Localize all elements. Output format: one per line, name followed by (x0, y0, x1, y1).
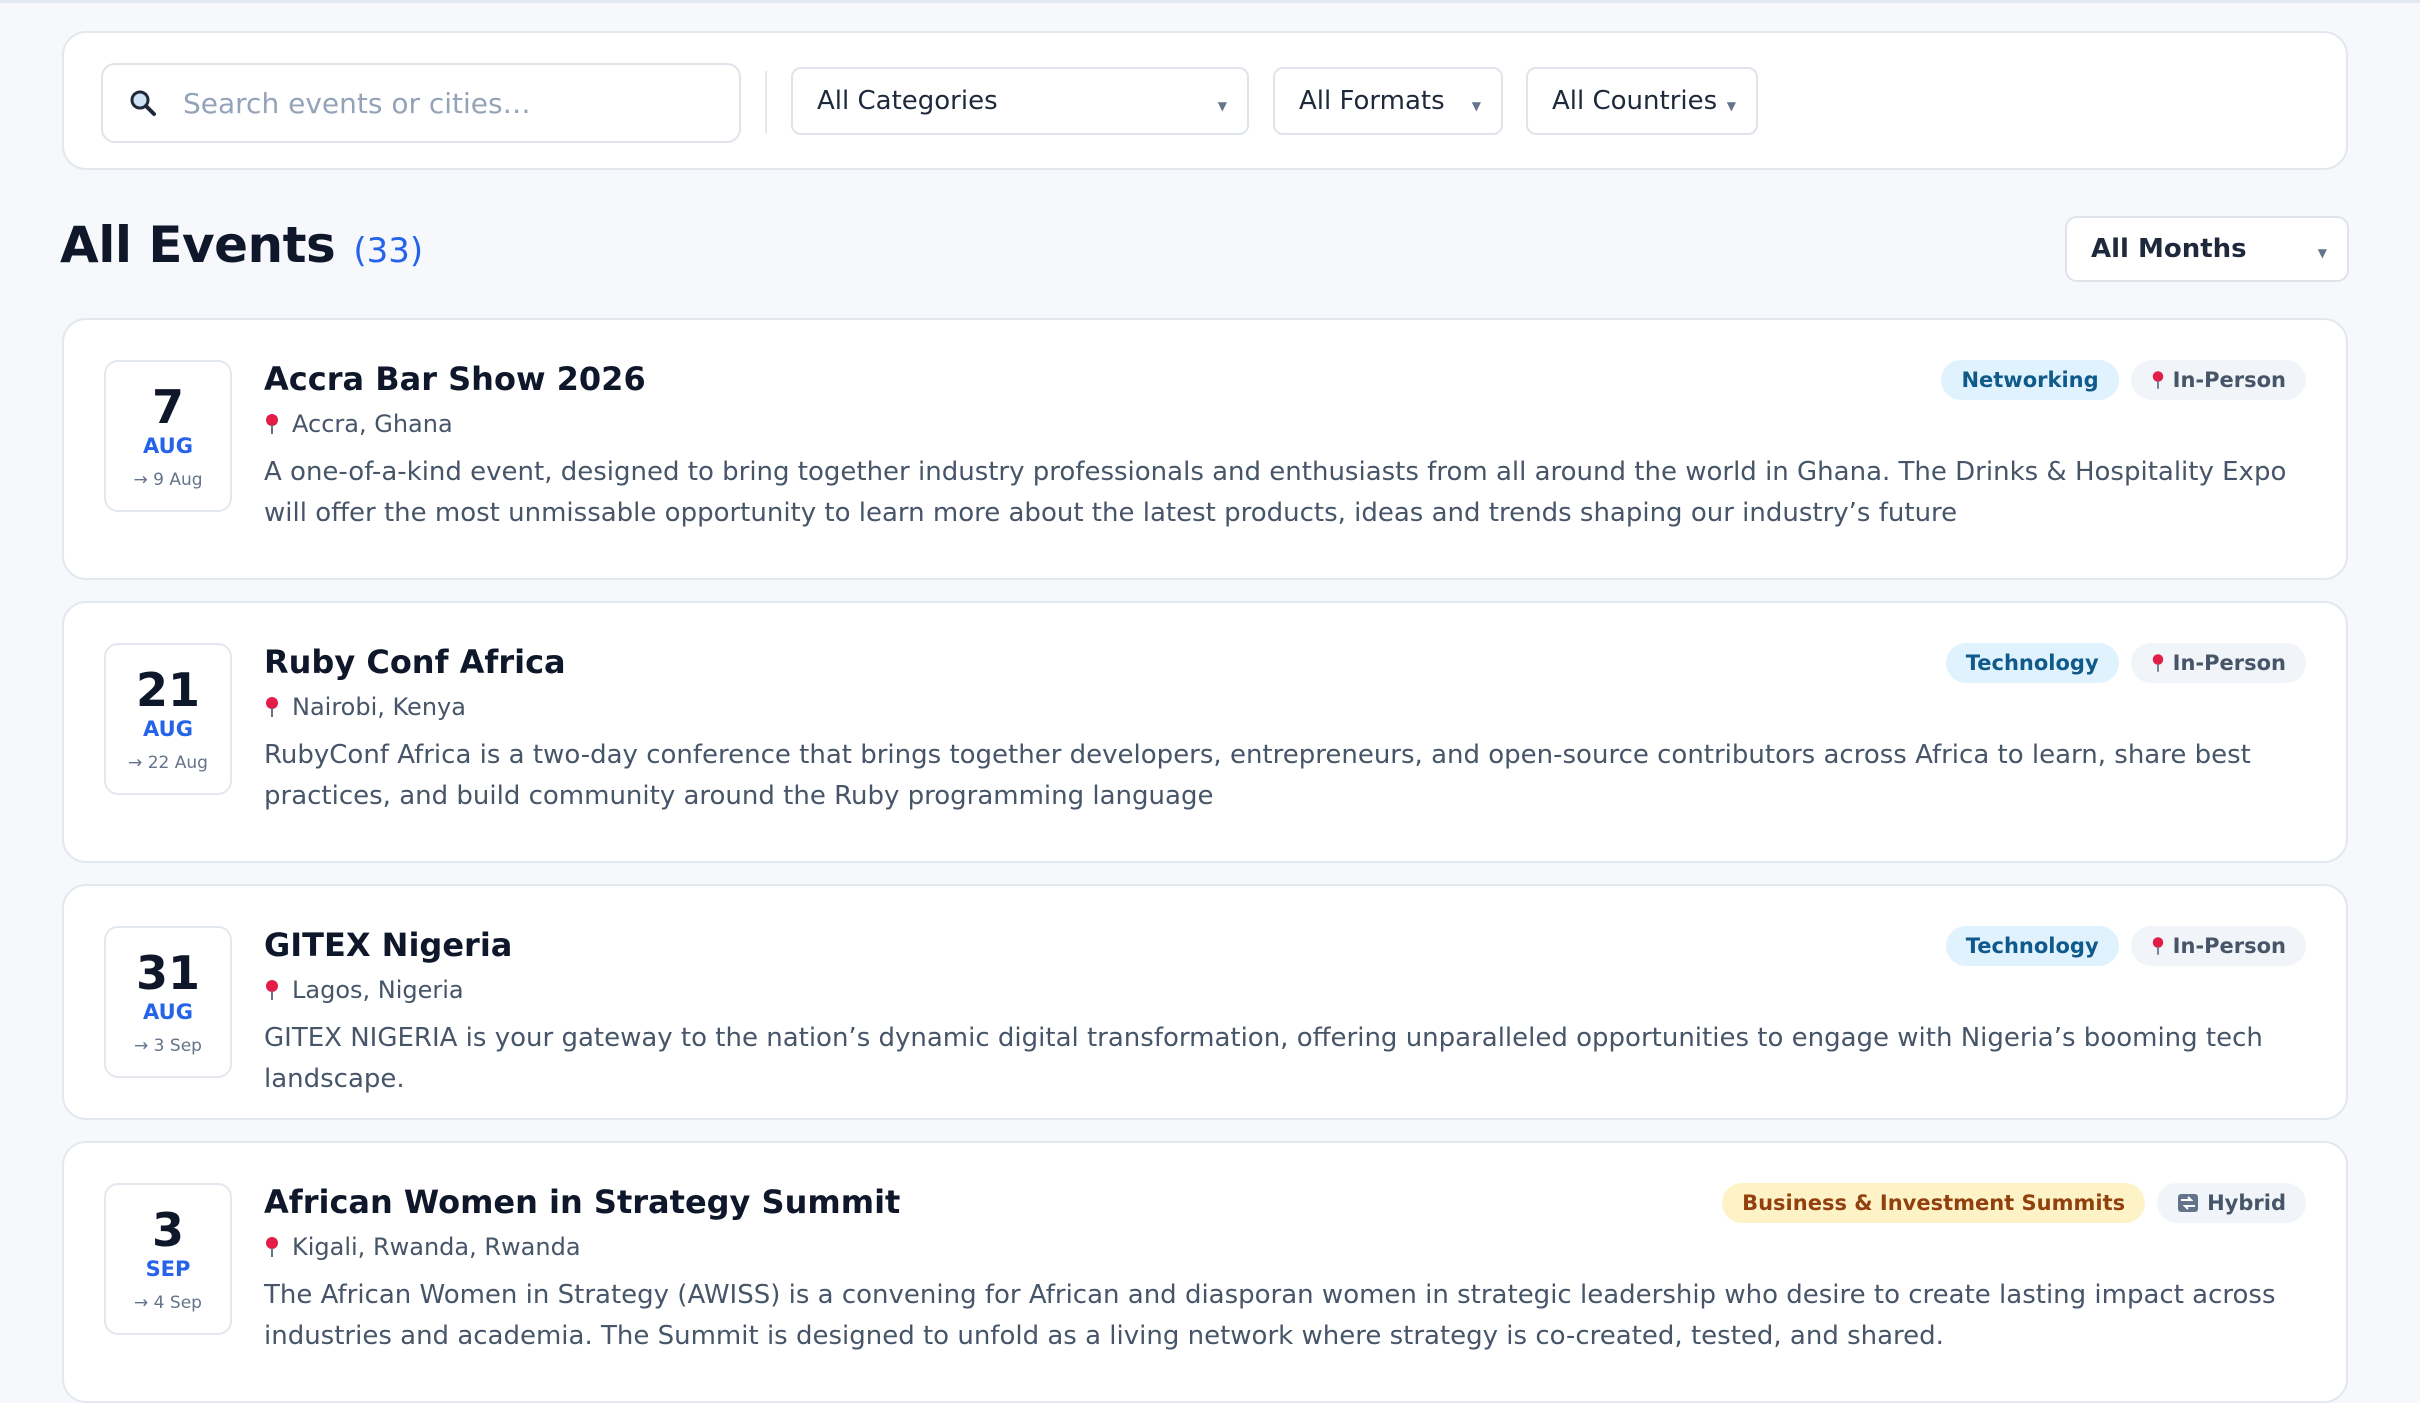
format-badge: In-Person (2130, 360, 2306, 400)
events-count: (33) (353, 231, 424, 271)
format-badge-label: In-Person (2172, 368, 2286, 392)
event-card[interactable]: 31 AUG → 3 Sep GITEX Nigeria Lagos, Nige… (62, 884, 2348, 1120)
event-day: 21 (135, 663, 200, 717)
event-date: 31 AUG → 3 Sep (104, 926, 232, 1078)
event-date: 7 AUG → 9 Aug (104, 360, 232, 512)
event-location-text: Accra, Ghana (292, 410, 453, 438)
category-select[interactable]: All Categories ▼ (791, 67, 1249, 135)
event-location-text: Lagos, Nigeria (292, 976, 464, 1004)
search-box[interactable] (101, 63, 741, 143)
chevron-down-icon: ▼ (1471, 99, 1481, 113)
event-card[interactable]: 7 AUG → 9 Aug Accra Bar Show 2026 Accra,… (62, 318, 2348, 580)
event-location-text: Kigali, Rwanda, Rwanda (292, 1233, 581, 1261)
page-title: All Events (60, 216, 336, 274)
format-select[interactable]: All Formats ▼ (1273, 67, 1503, 135)
pin-icon (266, 980, 278, 1000)
pin-icon (2152, 371, 2163, 389)
top-border (0, 0, 2420, 3)
search-icon (130, 90, 156, 116)
chevron-down-icon: ▼ (1217, 99, 1227, 113)
event-end-date: → 9 Aug (133, 470, 203, 490)
pin-icon (266, 414, 278, 434)
event-description: RubyConf Africa is a two-day conference … (264, 740, 2251, 811)
month-select[interactable]: All Months ▼ (2065, 216, 2349, 282)
format-badge: In-Person (2130, 643, 2306, 683)
events-heading: All Events (33) (60, 216, 423, 274)
event-tags: Technology In-Person (1945, 926, 2306, 966)
filter-bar: All Categories ▼ All Formats ▼ All Count… (62, 31, 2348, 170)
event-tags: Networking In-Person (1941, 360, 2306, 400)
event-location: Accra, Ghana (264, 410, 453, 438)
format-badge-label: In-Person (2172, 651, 2286, 675)
event-end-date: → 4 Sep (134, 1293, 202, 1313)
pin-icon (266, 697, 278, 717)
event-month: AUG (143, 1000, 193, 1024)
event-tags: Business & Investment Summits Hybrid (1722, 1183, 2306, 1223)
category-select-value: All Categories (817, 86, 998, 116)
category-badge: Networking (1941, 360, 2119, 400)
search-input[interactable] (183, 65, 723, 141)
format-select-value: All Formats (1299, 86, 1445, 116)
pin-icon (2152, 654, 2163, 672)
format-badge: In-Person (2130, 926, 2306, 966)
hybrid-icon (2178, 1194, 2199, 1212)
country-select-value: All Countries (1552, 86, 1718, 116)
event-month: AUG (143, 434, 193, 458)
event-date: 21 AUG → 22 Aug (104, 643, 232, 795)
format-badge-label: In-Person (2172, 934, 2286, 958)
event-location: Lagos, Nigeria (264, 976, 464, 1004)
category-badge: Business & Investment Summits (1722, 1183, 2146, 1223)
event-title[interactable]: Accra Bar Show 2026 (264, 360, 646, 398)
category-badge: Technology (1945, 926, 2119, 966)
event-card[interactable]: 21 AUG → 22 Aug Ruby Conf Africa Nairobi… (62, 601, 2348, 863)
country-select[interactable]: All Countries ▼ (1526, 67, 1758, 135)
event-location: Kigali, Rwanda, Rwanda (264, 1233, 581, 1261)
filter-divider (765, 71, 767, 133)
event-month: AUG (143, 717, 193, 741)
chevron-down-icon: ▼ (1726, 99, 1736, 113)
category-badge: Technology (1945, 643, 2119, 683)
event-description: GITEX NIGERIA is your gateway to the nat… (264, 1023, 2263, 1094)
event-description: The African Women in Strategy (AWISS) is… (264, 1280, 2276, 1351)
event-title[interactable]: Ruby Conf Africa (264, 643, 566, 681)
event-month: SEP (145, 1257, 191, 1281)
event-end-date: → 3 Sep (134, 1036, 202, 1056)
format-badge: Hybrid (2157, 1183, 2306, 1223)
event-card[interactable]: 3 SEP → 4 Sep African Women in Strategy … (62, 1141, 2348, 1403)
event-day: 7 (151, 380, 184, 434)
event-title[interactable]: African Women in Strategy Summit (264, 1183, 900, 1221)
event-end-date: → 22 Aug (128, 753, 208, 773)
pin-icon (266, 1237, 278, 1257)
pin-icon (2152, 937, 2163, 955)
event-description: A one-of-a-kind event, designed to bring… (264, 457, 2287, 528)
event-day: 3 (151, 1203, 184, 1257)
event-location: Nairobi, Kenya (264, 693, 466, 721)
event-location-text: Nairobi, Kenya (292, 693, 466, 721)
format-badge-label: Hybrid (2207, 1191, 2286, 1215)
month-select-value: All Months (2091, 234, 2247, 264)
event-date: 3 SEP → 4 Sep (104, 1183, 232, 1335)
chevron-down-icon: ▼ (2317, 246, 2327, 260)
event-title[interactable]: GITEX Nigeria (264, 926, 512, 964)
event-day: 31 (135, 946, 200, 1000)
event-tags: Technology In-Person (1945, 643, 2306, 683)
